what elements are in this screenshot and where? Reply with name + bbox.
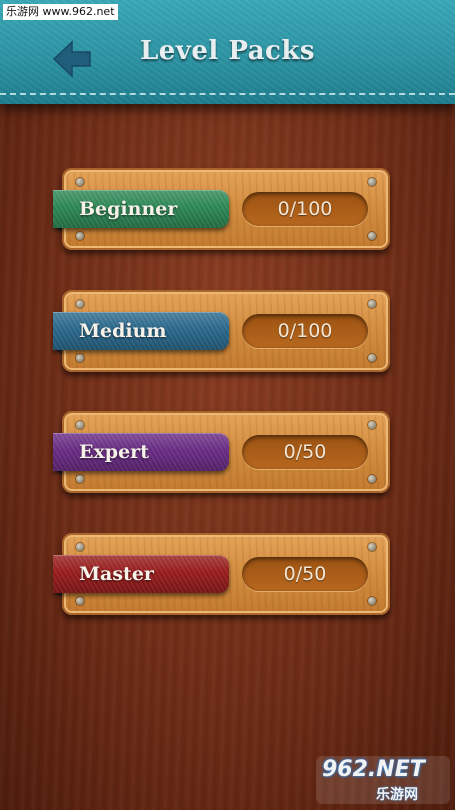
pack-progress: 0/100 [242, 192, 368, 226]
site-logo-text: 962.NET [322, 757, 425, 782]
pack-ribbon: Medium [53, 312, 229, 350]
level-pack-beginner[interactable]: Beginner 0/100 [53, 168, 390, 250]
screw-icon [76, 178, 84, 186]
level-pack-expert[interactable]: Expert 0/50 [53, 411, 390, 493]
pack-progress: 0/50 [242, 557, 368, 591]
screw-icon [368, 475, 376, 483]
screw-icon [76, 543, 84, 551]
screw-icon [76, 421, 84, 429]
pack-progress: 0/50 [242, 435, 368, 469]
pack-name: Medium [79, 320, 167, 342]
pack-ribbon: Expert [53, 433, 229, 471]
screw-icon [368, 232, 376, 240]
pack-progress: 0/100 [242, 314, 368, 348]
pack-name: Master [79, 563, 154, 585]
screw-icon [76, 475, 84, 483]
screw-icon [368, 597, 376, 605]
site-watermark: 乐游网 www.962.net [3, 4, 118, 20]
screw-icon [368, 354, 376, 362]
pack-name: Expert [79, 441, 149, 463]
header-stitching [0, 93, 455, 95]
screw-icon [76, 354, 84, 362]
page-title: Level Packs [139, 36, 316, 66]
header-bar: 乐游网 www.962.net Level Packs [0, 0, 455, 104]
level-pack-master[interactable]: Master 0/50 [53, 533, 390, 615]
pack-ribbon: Beginner [53, 190, 229, 228]
screw-icon [76, 597, 84, 605]
screw-icon [76, 300, 84, 308]
screw-icon [368, 300, 376, 308]
level-pack-medium[interactable]: Medium 0/100 [53, 290, 390, 372]
screw-icon [368, 421, 376, 429]
screw-icon [368, 178, 376, 186]
pack-ribbon: Master [53, 555, 229, 593]
site-logo-subtext: 乐游网 [376, 787, 418, 803]
site-logo-badge: 962.NET 乐游网 [316, 756, 450, 804]
screw-icon [368, 543, 376, 551]
pack-name: Beginner [79, 198, 178, 220]
screw-icon [76, 232, 84, 240]
